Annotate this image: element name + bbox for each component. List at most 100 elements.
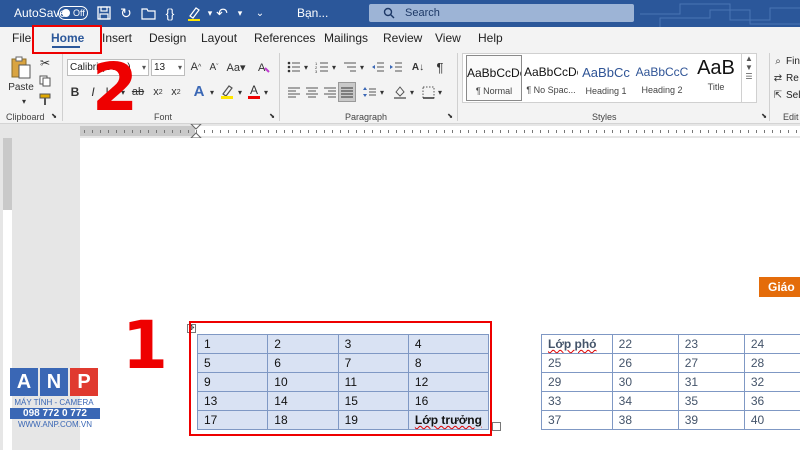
table-cell[interactable]: 38 bbox=[611, 410, 679, 430]
table-cell[interactable]: 31 bbox=[677, 372, 745, 392]
cut-icon[interactable]: ✂ bbox=[38, 56, 52, 70]
select-icon[interactable]: ⇱ bbox=[772, 89, 784, 101]
style-normal[interactable]: AaBbCcDc ¶ Normal bbox=[466, 55, 522, 101]
subscript-icon[interactable]: x2 bbox=[150, 84, 166, 100]
borders-dropdown-icon[interactable]: ▾ bbox=[436, 84, 444, 100]
justify-icon[interactable] bbox=[338, 82, 356, 102]
replace-button[interactable]: Re bbox=[786, 73, 799, 84]
increase-indent-icon[interactable] bbox=[388, 59, 404, 75]
align-left-icon[interactable] bbox=[286, 84, 302, 100]
bold-icon[interactable]: B bbox=[68, 84, 82, 100]
sort-icon[interactable]: A↓ bbox=[410, 59, 426, 75]
table-cell[interactable]: 37 bbox=[541, 410, 613, 430]
line-spacing-icon[interactable] bbox=[362, 84, 378, 100]
change-case-icon[interactable]: Aa▾ bbox=[226, 59, 246, 75]
table-cell[interactable]: 30 bbox=[611, 372, 679, 392]
table-cell[interactable]: Lớp phó bbox=[541, 334, 613, 354]
table-cell[interactable]: 24 bbox=[743, 334, 800, 354]
tab-design[interactable]: Design bbox=[149, 31, 186, 45]
table-cell[interactable]: 23 bbox=[677, 334, 745, 354]
style-title[interactable]: AaB Title bbox=[691, 55, 741, 101]
indent-marker-icon[interactable] bbox=[190, 124, 202, 138]
table-cell[interactable]: 34 bbox=[611, 391, 679, 411]
text-effects-icon[interactable]: A bbox=[190, 82, 208, 100]
clear-formatting-icon[interactable]: A bbox=[256, 59, 272, 75]
table-right[interactable]: Lớp phó 22 23 24 25 26 27 28 29 30 31 32 33 34 35 36 37 3… bbox=[541, 334, 800, 430]
braces-icon[interactable]: {} bbox=[162, 5, 178, 21]
shading-dropdown-icon[interactable]: ▾ bbox=[408, 84, 416, 100]
more-styles-icon[interactable]: ☰ bbox=[742, 72, 756, 81]
borders-icon[interactable] bbox=[420, 84, 436, 100]
table-cell[interactable]: 32 bbox=[743, 372, 800, 392]
align-center-icon[interactable] bbox=[304, 84, 320, 100]
undo-icon[interactable]: ↶ bbox=[214, 5, 230, 21]
replace-icon[interactable]: ⇄ bbox=[772, 72, 784, 84]
numbering-dropdown-icon[interactable]: ▾ bbox=[330, 59, 338, 75]
table-cell[interactable]: 26 bbox=[611, 353, 679, 373]
table-cell[interactable]: 27 bbox=[677, 353, 745, 373]
tab-file[interactable]: File bbox=[12, 31, 31, 45]
align-right-icon[interactable] bbox=[322, 84, 338, 100]
document-name[interactable]: Bạn... bbox=[297, 6, 328, 20]
scroll-down-icon[interactable]: ▼ bbox=[742, 63, 756, 72]
decrease-indent-icon[interactable] bbox=[370, 59, 386, 75]
autosave-toggle[interactable]: Off bbox=[58, 6, 88, 20]
orange-header-cell[interactable]: Giáo bbox=[759, 277, 800, 297]
font-color-dropdown-icon[interactable]: ▾ bbox=[262, 84, 270, 100]
text-effects-dropdown-icon[interactable]: ▾ bbox=[208, 84, 216, 100]
table-cell[interactable]: 39 bbox=[677, 410, 745, 430]
horizontal-ruler[interactable] bbox=[0, 124, 800, 138]
clipboard-launcher-icon[interactable]: ⬊ bbox=[50, 112, 58, 120]
undo-dropdown-icon[interactable]: ▾ bbox=[232, 5, 248, 21]
font-launcher-icon[interactable]: ⬊ bbox=[268, 112, 276, 120]
format-painter-icon[interactable] bbox=[38, 92, 52, 106]
tab-help[interactable]: Help bbox=[478, 31, 503, 45]
tab-layout[interactable]: Layout bbox=[201, 31, 237, 45]
text-highlight-icon[interactable] bbox=[218, 82, 236, 100]
style-no-spacing[interactable]: AaBbCcDc ¶ No Spac... bbox=[524, 55, 578, 101]
save-icon[interactable] bbox=[96, 5, 112, 21]
line-spacing-dropdown-icon[interactable]: ▾ bbox=[378, 84, 386, 100]
table-cell[interactable]: 35 bbox=[677, 391, 745, 411]
table-cell[interactable]: 28 bbox=[743, 353, 800, 373]
refresh-icon[interactable]: ↻ bbox=[118, 5, 134, 21]
paste-button[interactable]: Paste bbox=[6, 80, 36, 94]
styles-gallery-scroll[interactable]: ▲ ▼ ☰ bbox=[741, 53, 757, 103]
style-heading-2[interactable]: AaBbCcC Heading 2 bbox=[635, 55, 689, 101]
highlight-pen-icon[interactable] bbox=[186, 5, 202, 21]
bullets-icon[interactable] bbox=[286, 59, 302, 75]
style-heading-1[interactable]: AaBbCc Heading 1 bbox=[579, 55, 633, 101]
tab-mailings[interactable]: Mailings bbox=[324, 31, 368, 45]
numbering-icon[interactable]: 123 bbox=[314, 59, 330, 75]
styles-launcher-icon[interactable]: ⬊ bbox=[760, 112, 768, 120]
table-cell[interactable]: 29 bbox=[541, 372, 613, 392]
table-cell[interactable]: 22 bbox=[611, 334, 679, 354]
copy-icon[interactable] bbox=[38, 74, 52, 88]
customize-toolbar-icon[interactable]: ⌄ bbox=[252, 5, 268, 21]
select-button[interactable]: Sel bbox=[786, 90, 800, 101]
paragraph-launcher-icon[interactable]: ⬊ bbox=[446, 112, 454, 120]
shading-icon[interactable] bbox=[392, 84, 408, 100]
multilevel-list-icon[interactable] bbox=[342, 59, 358, 75]
table-cell[interactable]: 40 bbox=[743, 410, 800, 430]
paste-dropdown-icon[interactable]: ▾ bbox=[19, 96, 29, 106]
grow-font-icon[interactable]: A ^ bbox=[188, 59, 204, 75]
font-color-icon[interactable]: A bbox=[246, 82, 262, 100]
search-box[interactable]: Search bbox=[369, 4, 634, 22]
shrink-font-icon[interactable]: Aˇ bbox=[206, 59, 222, 75]
highlight-dropdown-icon[interactable]: ▾ bbox=[236, 84, 244, 100]
table-cell[interactable]: 25 bbox=[541, 353, 613, 373]
open-folder-icon[interactable] bbox=[140, 5, 156, 21]
tab-references[interactable]: References bbox=[254, 31, 315, 45]
table-resize-handle[interactable] bbox=[492, 422, 501, 431]
multilevel-dropdown-icon[interactable]: ▾ bbox=[358, 59, 366, 75]
font-size-box[interactable]: 13 ▾ bbox=[151, 59, 185, 76]
bullets-dropdown-icon[interactable]: ▾ bbox=[302, 59, 310, 75]
show-formatting-icon[interactable]: ¶ bbox=[432, 59, 448, 75]
paste-icon[interactable] bbox=[8, 55, 34, 81]
tab-view[interactable]: View bbox=[435, 31, 461, 45]
table-cell[interactable]: 33 bbox=[541, 391, 613, 411]
scroll-up-icon[interactable]: ▲ bbox=[742, 54, 756, 63]
superscript-icon[interactable]: x2 bbox=[168, 84, 184, 100]
tab-review[interactable]: Review bbox=[383, 31, 422, 45]
